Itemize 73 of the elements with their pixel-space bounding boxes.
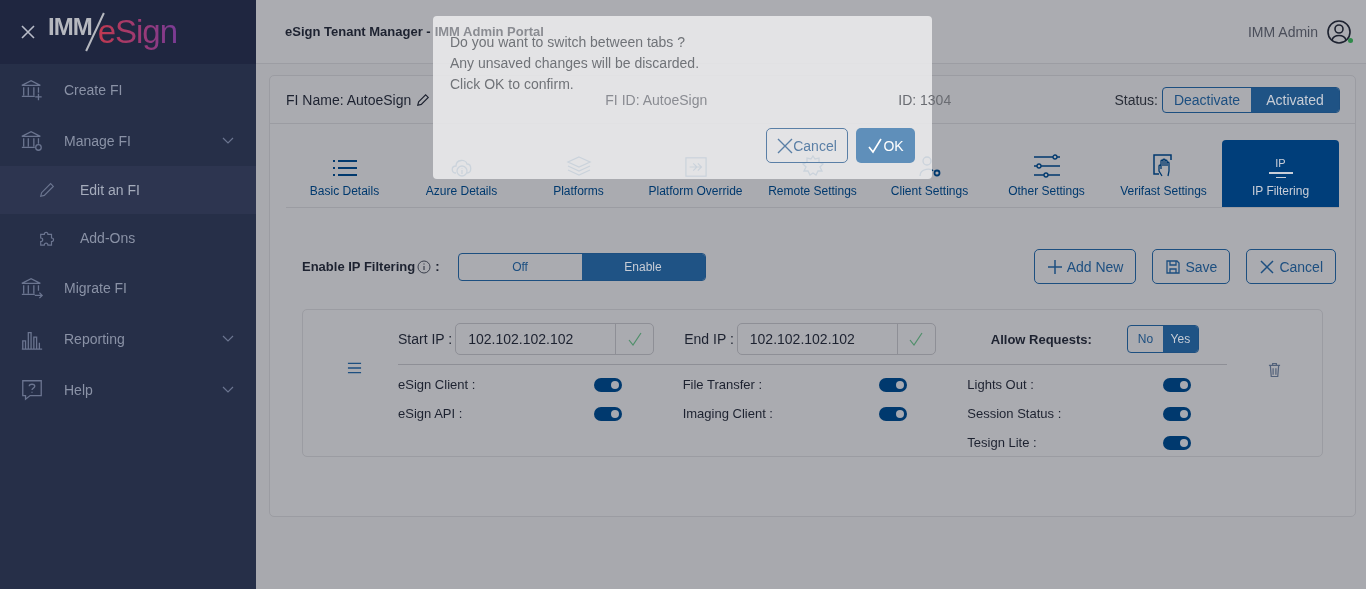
toggle-label: eSign API :	[398, 406, 464, 421]
toggle-label: Tesign Lite :	[967, 435, 1038, 450]
info-icon[interactable]	[417, 259, 432, 274]
toggle-label: Lights Out :	[967, 377, 1035, 392]
sidebar-item[interactable]: Reporting	[0, 313, 256, 364]
tab[interactable]: IP IP Filtering	[1222, 140, 1339, 207]
allow-option[interactable]: No	[1127, 326, 1163, 352]
toggle-switch[interactable]	[1163, 435, 1192, 450]
filter-colon: :	[435, 259, 440, 274]
menu-icon[interactable]	[347, 361, 362, 375]
sidebar-subitem[interactable]: Add-Ons	[0, 214, 256, 262]
sliders-icon	[1032, 154, 1061, 178]
start-ip-label: Start IP :	[398, 331, 453, 347]
tab[interactable]: Other Settings	[988, 140, 1105, 207]
sidebar-item[interactable]: Migrate FI	[0, 262, 256, 313]
toggle-label: File Transfer :	[682, 377, 764, 392]
user-name[interactable]: IMM Admin	[1248, 23, 1318, 40]
toggle-switch[interactable]	[594, 406, 622, 421]
start-ip-field[interactable]: 102.102.102.102	[455, 323, 655, 355]
trash-icon[interactable]	[1268, 362, 1281, 378]
fi-number: ID: 1304	[898, 91, 953, 108]
save-button[interactable]: Save	[1152, 249, 1231, 284]
ip-input[interactable]: 102.102.102.102	[456, 324, 616, 354]
allow-requests-label: Allow Requests:	[990, 331, 1092, 347]
toggle-switch[interactable]	[878, 377, 907, 392]
bank-gear-icon	[20, 128, 44, 153]
toggle-label: Session Status :	[967, 406, 1063, 421]
pencil-icon	[38, 181, 56, 199]
status-option[interactable]: Deactivate	[1163, 87, 1251, 112]
check-icon[interactable]	[908, 331, 925, 347]
status-label: Status:	[1114, 91, 1158, 108]
pencil-icon[interactable]	[416, 92, 431, 107]
filter-label: Enable IP Filtering	[302, 259, 416, 274]
fi-name: FI Name: AutoeSign	[286, 91, 412, 108]
sidebar-item[interactable]: Create FI	[0, 64, 256, 115]
bank-arrow-icon	[20, 275, 44, 300]
user-avatar-icon[interactable]	[1326, 18, 1352, 45]
plus-icon	[1046, 258, 1063, 275]
toggle-switch[interactable]	[1163, 377, 1192, 392]
cancel-button[interactable]: Cancel	[1246, 249, 1336, 284]
puzzle-icon	[38, 229, 56, 247]
list-icon	[331, 158, 358, 178]
toggle-switch[interactable]	[878, 406, 907, 421]
status-option[interactable]: Activated	[1251, 87, 1339, 112]
cancel-button[interactable]: Cancel	[766, 128, 848, 163]
tab[interactable]: Basic Details	[286, 140, 403, 207]
end-ip-label: End IP :	[684, 331, 734, 347]
toggle-switch[interactable]	[1163, 406, 1192, 421]
fi-id: FI ID: AutoeSign	[605, 91, 708, 108]
bank-plus-icon	[20, 77, 44, 102]
tab[interactable]: Verifast Settings	[1105, 140, 1222, 207]
sidebar-item[interactable]: Manage FI	[0, 115, 256, 166]
check-icon[interactable]	[626, 331, 643, 347]
ok-button[interactable]: OK	[856, 128, 915, 163]
close-icon	[777, 137, 794, 154]
filter-option[interactable]: Off	[458, 253, 582, 280]
sidebar-item[interactable]: Help	[0, 364, 256, 415]
sidebar-subitem[interactable]: Edit an FI	[0, 166, 256, 214]
end-ip-field[interactable]: 102.102.102.102	[736, 323, 936, 355]
allow-option[interactable]: Yes	[1162, 326, 1198, 352]
help-icon	[20, 377, 44, 402]
toggle-label: eSign Client :	[398, 377, 477, 392]
close-icon[interactable]	[20, 24, 36, 40]
dialog-text: Click OK to confirm.	[450, 76, 575, 93]
check-icon	[867, 137, 884, 154]
toggle-switch[interactable]	[594, 377, 622, 392]
toggle-label: Imaging Client :	[682, 406, 774, 421]
dialog-text: Any unsaved changes will be discarded.	[450, 55, 701, 72]
page-title: eSign Tenant Manager -	[285, 24, 431, 39]
add-new-button[interactable]: Add New	[1033, 249, 1137, 284]
ip-input[interactable]: 102.102.102.102	[737, 324, 897, 354]
filter-option[interactable]: Enable	[581, 253, 705, 280]
close-icon	[1259, 258, 1276, 275]
